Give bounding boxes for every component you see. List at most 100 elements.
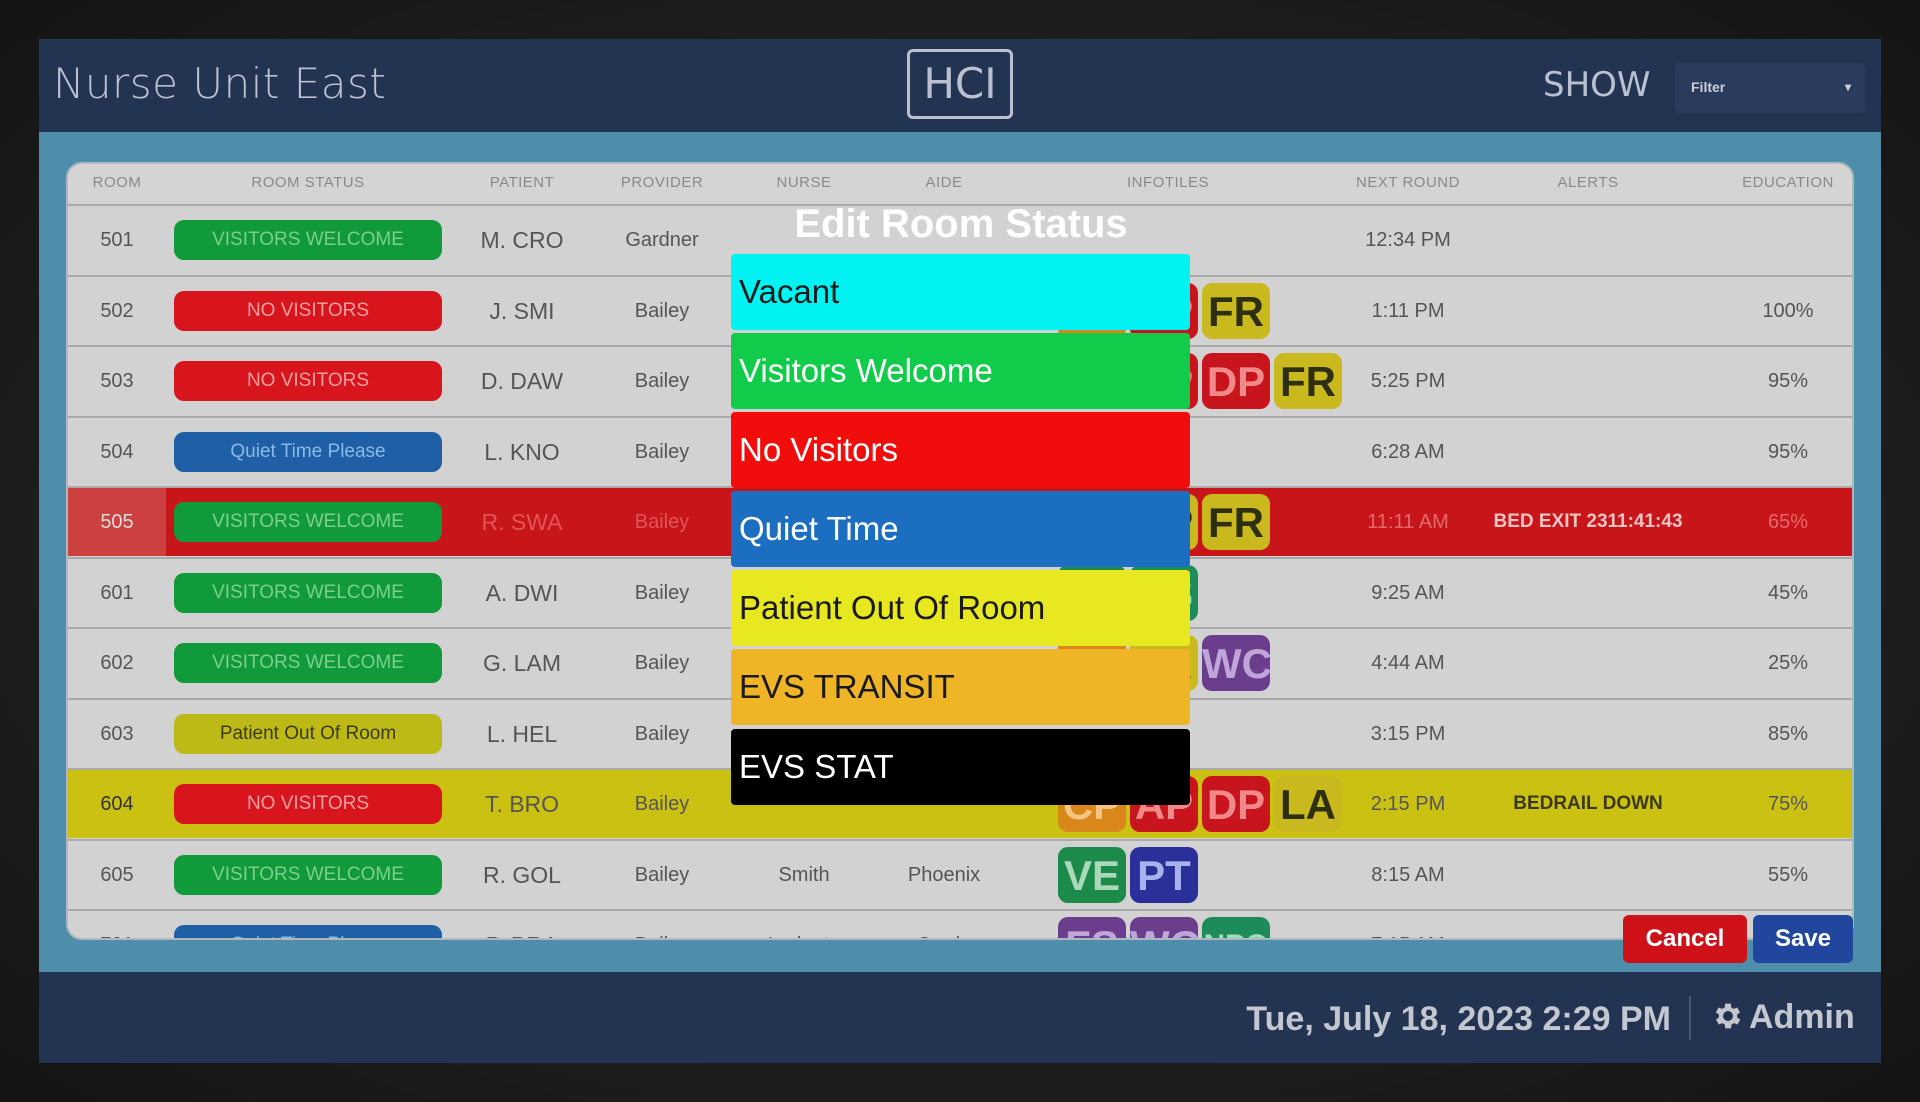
provider-name: Gardner [625, 229, 699, 251]
footer-bar: Tue, July 18, 2023 2:29 PM Admin [39, 972, 1881, 1063]
modal-title: Edit Room Status [794, 202, 1128, 246]
filter-dropdown[interactable]: Filter ▾ [1675, 63, 1865, 113]
infotile[interactable]: VE [1058, 846, 1126, 903]
next-round-time: 4:44 AM [1371, 652, 1445, 674]
nurse-name: Ludgate [734, 911, 874, 938]
room-status-badge[interactable]: VISITORS WELCOME [174, 643, 442, 683]
next-round-time: 6:28 AM [1371, 440, 1445, 463]
patient-name: J. SMI [489, 297, 555, 324]
col-header-provider: PROVIDER [620, 174, 704, 191]
provider-name: Bailey [634, 652, 690, 674]
aide-name: Carde [874, 911, 1014, 938]
education-progress: 55% [1767, 863, 1809, 886]
infotile[interactable]: LA [1274, 776, 1342, 832]
next-round-time: 12:34 PM [1365, 229, 1451, 251]
next-round-time: 5:25 PM [1370, 370, 1446, 392]
room-status-badge[interactable]: NO VISITORS [174, 290, 442, 331]
room-status-badge[interactable]: Patient Out Of Room [174, 713, 442, 754]
next-round-time: 11:11 AM [1367, 511, 1449, 533]
provider-name: Bailey [634, 863, 690, 886]
infotile[interactable]: PT [1130, 846, 1198, 903]
hci-logo: HCI [907, 49, 1013, 119]
patient-name: P. PRA [452, 911, 592, 938]
infotile[interactable]: FS [1058, 917, 1126, 938]
current-datetime: Tue, July 18, 2023 2:29 PM [1246, 1000, 1671, 1038]
save-button[interactable]: Save [1753, 915, 1853, 963]
infotile[interactable]: FR [1202, 282, 1270, 339]
status-option[interactable]: Patient Out Of Room [731, 570, 1190, 646]
status-option[interactable]: No Visitors [731, 412, 1190, 488]
room-status-badge[interactable]: VISITORS WELCOME [174, 502, 442, 542]
education-progress: 65% [1767, 511, 1809, 533]
col-header-patient: PATIENT [489, 174, 555, 191]
provider-name: Bailey [634, 370, 690, 392]
room-status-badge[interactable]: Quiet Time Please [174, 925, 442, 938]
show-label: SHOW [1543, 65, 1651, 105]
education-progress: 100% [1762, 299, 1814, 322]
cancel-button[interactable]: Cancel [1623, 915, 1747, 963]
col-header-nurse: NURSE [776, 174, 832, 191]
gear-icon [1715, 1003, 1741, 1029]
chevron-down-icon: ▾ [1844, 80, 1851, 94]
alert-text [1488, 700, 1688, 768]
status-option[interactable]: Vacant [731, 254, 1190, 330]
patient-name: T. BRO [484, 791, 560, 817]
admin-label: Admin [1749, 998, 1855, 1036]
room-number: 501 [100, 229, 134, 251]
room-number: 503 [100, 370, 134, 392]
admin-button[interactable]: Admin [1711, 998, 1855, 1037]
room-number: 603 [100, 722, 134, 745]
patient-name: A. DWI [485, 579, 559, 606]
next-round-time: 8:15 AM [1371, 863, 1445, 886]
status-option[interactable]: EVS STAT [731, 729, 1190, 805]
education-progress [1738, 206, 1838, 274]
room-status-badge[interactable]: NO VISITORS [174, 784, 442, 824]
next-round-time: 3:15 PM [1370, 722, 1446, 745]
patient-name: L. KNO [484, 438, 560, 465]
unit-title: Nurse Unit East [53, 59, 387, 108]
status-option[interactable]: Quiet Time [731, 491, 1190, 567]
education-progress: 45% [1767, 581, 1809, 604]
infotile[interactable]: FR [1202, 494, 1270, 550]
room-status-badge[interactable]: NO VISITORS [174, 361, 442, 401]
infotile[interactable]: FR [1274, 353, 1342, 409]
alert-text: BEDRAIL DOWN [1513, 793, 1663, 814]
col-header-next-round: NEXT ROUND [1356, 174, 1460, 191]
provider-name: Bailey [634, 299, 690, 322]
infotile[interactable]: WC [1130, 917, 1200, 938]
room-status-badge[interactable]: VISITORS WELCOME [174, 854, 442, 895]
alert-text [1488, 559, 1688, 627]
header-bar: Nurse Unit East HCI SHOW Filter ▾ [39, 39, 1881, 132]
next-round-time: 2:15 PM [1370, 793, 1446, 815]
room-number: 505 [68, 488, 166, 556]
infotile[interactable]: WC [1202, 635, 1272, 691]
patient-name: D. DAW [480, 368, 564, 394]
next-round-time: 9:25 AM [1371, 581, 1445, 604]
room-status-badge[interactable]: Quiet Time Please [174, 431, 442, 472]
next-round-time: 1:11 PM [1371, 299, 1445, 322]
alert-text [1488, 347, 1688, 415]
provider-name: Bailey [634, 511, 690, 533]
alert-text [1488, 206, 1688, 274]
alert-text [1488, 629, 1688, 697]
alert-text [1488, 841, 1688, 909]
col-header-room: ROOM [92, 174, 142, 191]
infotile[interactable]: DP [1202, 353, 1270, 409]
footer-divider [1689, 996, 1691, 1040]
room-number: 701 [68, 911, 166, 938]
alert-text [1488, 277, 1688, 345]
status-option[interactable]: Visitors Welcome [731, 333, 1190, 409]
table-row[interactable]: 701 Quiet Time Please P. PRABaileyLudgateC… [68, 909, 1852, 938]
col-header-room-status: ROOM STATUS [251, 174, 365, 191]
room-number: 504 [100, 440, 134, 463]
room-number: 602 [100, 652, 134, 674]
room-status-badge[interactable]: VISITORS WELCOME [174, 220, 442, 260]
room-status-badge[interactable]: VISITORS WELCOME [174, 572, 442, 613]
col-header-infotiles: INFOTILES [1126, 174, 1209, 191]
provider-name: Bailey [634, 722, 690, 745]
provider-name: Bailey [634, 793, 690, 815]
infotile[interactable]: NPO [1202, 917, 1270, 938]
infotile[interactable]: DP [1202, 776, 1270, 832]
status-option[interactable]: EVS TRANSIT [731, 649, 1190, 725]
table-row[interactable]: 605 VISITORS WELCOME R. GOL Bailey Smith Phoe… [68, 838, 1852, 909]
